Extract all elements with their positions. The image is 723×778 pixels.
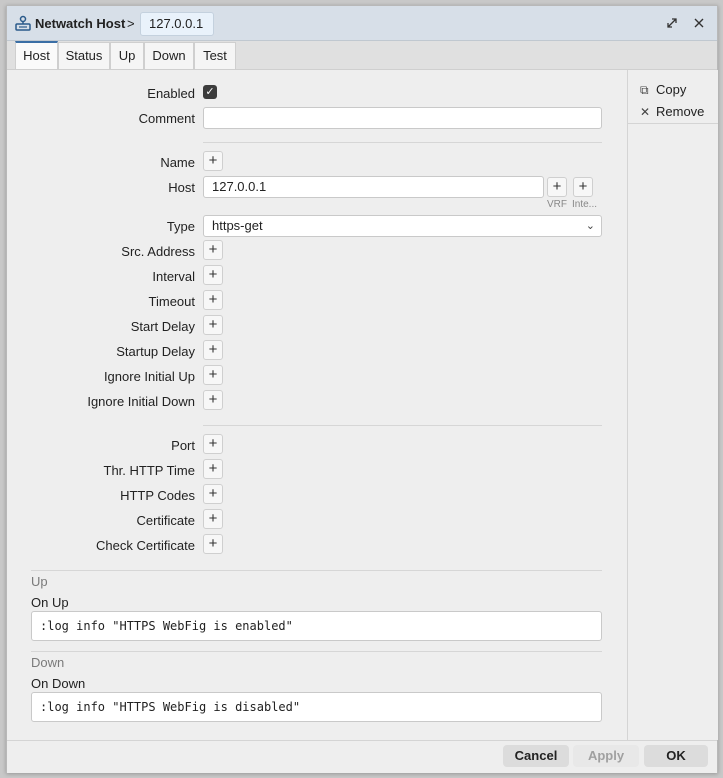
tab-down[interactable]: Down	[144, 42, 194, 69]
copy-icon: ⧉	[640, 83, 649, 97]
startup-delay-add-button[interactable]: +	[203, 340, 223, 360]
divider	[203, 142, 602, 143]
title-bar: Netwatch Host > 127.0.0.1	[7, 6, 717, 41]
check-certificate-add-button[interactable]: +	[203, 534, 223, 554]
netwatch-host-window: Netwatch Host > 127.0.0.1 Host Status Up…	[6, 5, 718, 773]
interface-add-button[interactable]: +	[573, 177, 593, 197]
remove-icon: ✕	[640, 105, 651, 119]
copy-button[interactable]: ⧉ Copy	[640, 82, 686, 98]
chevron-down-icon: ⌄	[585, 220, 595, 232]
name-add-button[interactable]: +	[203, 151, 223, 171]
side-actions: ⧉ Copy ✕ Remove	[627, 70, 718, 740]
check-certificate-label: Check Certificate	[96, 538, 195, 553]
enabled-checkbox[interactable]: ✓	[203, 85, 217, 99]
http-codes-add-button[interactable]: +	[203, 484, 223, 504]
ignore-initial-down-add-button[interactable]: +	[203, 390, 223, 410]
vrf-add-button[interactable]: +	[547, 177, 567, 197]
comment-label: Comment	[138, 111, 195, 126]
breadcrumb-separator: >	[127, 16, 135, 31]
interface-label: Inte...	[572, 199, 598, 210]
http-codes-label: HTTP Codes	[120, 488, 195, 503]
on-down-script-input[interactable]: :log info "HTTPS WebFig is disabled"	[31, 692, 602, 722]
copy-label: Copy	[656, 82, 687, 97]
on-down-label: On Down	[31, 676, 86, 691]
timeout-label: Timeout	[148, 294, 195, 309]
timeout-add-button[interactable]: +	[203, 290, 223, 310]
divider	[628, 123, 718, 124]
certificate-label: Certificate	[136, 513, 195, 528]
down-section-title: Down	[31, 655, 65, 670]
src-address-add-button[interactable]: +	[203, 240, 223, 260]
netwatch-icon	[15, 15, 31, 31]
ok-button[interactable]: OK	[644, 745, 708, 767]
ignore-initial-down-label: Ignore Initial Down	[87, 394, 195, 409]
host-form: Enabled ✓ Comment Name + Host 127.0.0.1 …	[7, 70, 627, 740]
host-label: Host	[168, 180, 195, 195]
port-add-button[interactable]: +	[203, 434, 223, 454]
on-up-label: On Up	[31, 595, 69, 610]
restore-icon[interactable]	[664, 15, 680, 31]
divider	[31, 651, 602, 652]
tab-up[interactable]: Up	[110, 42, 144, 69]
remove-button[interactable]: ✕ Remove	[640, 104, 704, 119]
tab-test[interactable]: Test	[194, 42, 236, 69]
startup-delay-label: Startup Delay	[116, 344, 195, 359]
enabled-label: Enabled	[147, 86, 195, 101]
dialog-footer: Cancel Apply OK	[7, 740, 717, 773]
start-delay-add-button[interactable]: +	[203, 315, 223, 335]
window-title: Netwatch Host	[35, 16, 126, 31]
type-select-value: https-get	[212, 218, 263, 233]
type-label: Type	[166, 219, 195, 234]
divider	[203, 425, 602, 426]
interval-label: Interval	[152, 269, 195, 284]
apply-button[interactable]: Apply	[573, 745, 639, 767]
on-up-script-input[interactable]: :log info "HTTPS WebFig is enabled"	[31, 611, 602, 641]
tab-bar: Host Status Up Down Test	[7, 41, 717, 70]
host-input[interactable]: 127.0.0.1	[203, 176, 544, 198]
certificate-add-button[interactable]: +	[203, 509, 223, 529]
vrf-label: VRF	[547, 199, 567, 210]
interval-add-button[interactable]: +	[203, 265, 223, 285]
remove-label: Remove	[656, 104, 705, 119]
item-name-badge: 127.0.0.1	[140, 12, 214, 36]
ignore-initial-up-label: Ignore Initial Up	[103, 369, 195, 384]
name-label: Name	[160, 155, 195, 170]
tab-host[interactable]: Host	[15, 41, 58, 69]
divider	[31, 570, 602, 571]
start-delay-label: Start Delay	[130, 319, 195, 334]
ignore-initial-up-add-button[interactable]: +	[203, 365, 223, 385]
cancel-button[interactable]: Cancel	[503, 745, 569, 767]
type-select[interactable]: https-get ⌄	[203, 215, 602, 237]
up-section-title: Up	[31, 574, 48, 589]
thr-http-time-add-button[interactable]: +	[203, 459, 223, 479]
tab-status[interactable]: Status	[58, 42, 110, 69]
thr-http-time-label: Thr. HTTP Time	[103, 463, 196, 478]
src-address-label: Src. Address	[121, 244, 195, 259]
close-icon[interactable]	[691, 15, 707, 31]
comment-input[interactable]	[203, 107, 602, 129]
port-label: Port	[171, 438, 195, 453]
